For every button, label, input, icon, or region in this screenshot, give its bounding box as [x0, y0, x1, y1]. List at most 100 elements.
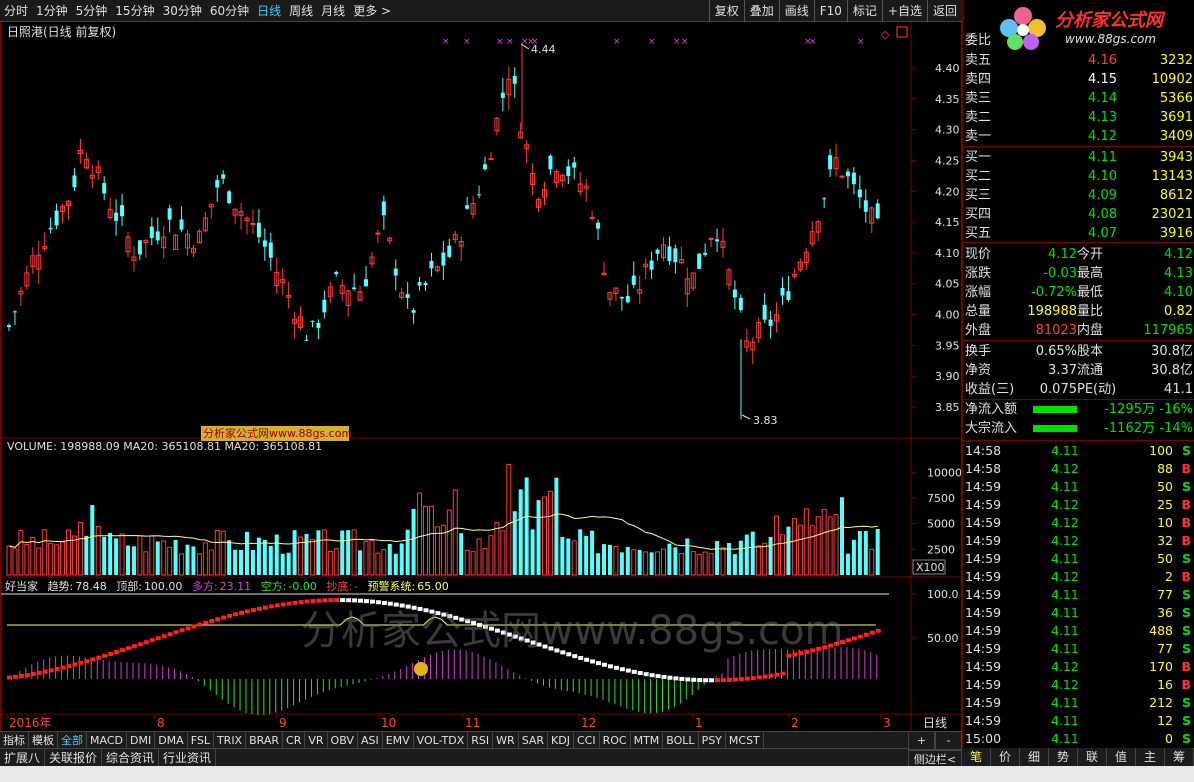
trend-mark — [738, 677, 744, 682]
volume-bar — [619, 552, 624, 575]
tick-volume: 10 — [1157, 515, 1173, 530]
indicator-tab[interactable]: VR — [305, 732, 328, 748]
tool-button[interactable]: 画线 — [778, 0, 814, 22]
indicator-tab[interactable]: CR — [283, 732, 306, 748]
tool-button[interactable]: 叠加 — [743, 0, 779, 22]
indicator-tab[interactable]: MACD — [87, 732, 127, 748]
period-tab[interactable]: 1分钟 — [32, 0, 72, 22]
trend-mark — [381, 600, 387, 605]
tool-button[interactable]: 复权 — [708, 0, 744, 22]
trend-value: 78.48 — [75, 580, 107, 593]
tool-button[interactable]: 标记 — [846, 0, 882, 22]
bottom-bar-item[interactable]: 扩展八 — [0, 749, 46, 766]
indicator-tab[interactable]: WR — [493, 732, 519, 748]
zoom-out-button[interactable]: - — [935, 731, 962, 750]
volume-bar — [340, 530, 345, 575]
tool-button[interactable]: +自选 — [881, 0, 927, 22]
detail-tab[interactable]: 筹 — [1165, 748, 1194, 766]
trend-mark — [18, 673, 24, 678]
tick-price: 4.12 — [1051, 659, 1079, 674]
volume-bar — [179, 553, 185, 576]
indicator-tab[interactable]: 指标 — [0, 732, 29, 748]
kline-chart[interactable]: 日照港(日线 前复权) ◇ 4.404.354.304.254.204.154.… — [1, 22, 962, 740]
trend-mark — [203, 620, 209, 625]
indicator-tab[interactable]: BRAR — [246, 732, 284, 748]
trend-mark — [310, 599, 316, 604]
indicator-tab[interactable]: KDJ — [548, 732, 574, 748]
volume-bar — [631, 549, 637, 576]
tick-time: 14:59 — [965, 641, 1002, 656]
book-volume: 13143 — [1151, 169, 1193, 184]
indicator-tab[interactable]: MTM — [631, 732, 664, 748]
tick-time: 14:59 — [965, 533, 1002, 548]
indicator-tab[interactable]: CCI — [574, 732, 600, 748]
chart-area[interactable]: 日照港(日线 前复权) ◇ 4.40 4.35 4.30 4.25 4.20 4.15 4.… — [0, 22, 962, 740]
stat-value: 30.8亿 — [1151, 344, 1193, 359]
indicator-tab[interactable]: MCST — [726, 732, 764, 748]
indicator-tab[interactable]: ASI — [358, 732, 383, 748]
date-tick-label: 11 — [465, 716, 480, 730]
trend-mark — [274, 603, 280, 608]
tick-volume: 25 — [1157, 497, 1173, 512]
indicator-tab[interactable]: PSY — [699, 732, 726, 748]
volume-bar — [685, 538, 690, 575]
indicator-tab[interactable]: EMV — [383, 732, 414, 748]
indicator-tab[interactable]: ROC — [600, 732, 631, 748]
period-tab[interactable]: 30分钟 — [159, 0, 206, 22]
indicator-tab[interactable]: VOL-TDX — [414, 732, 469, 748]
volume-bar — [280, 553, 285, 575]
period-tab[interactable]: 周线 — [285, 0, 317, 22]
detail-tab[interactable]: 细 — [1020, 748, 1049, 766]
short-label: 空方: — [261, 579, 287, 593]
bottom-bar-item[interactable]: 关联报价 — [45, 749, 103, 766]
detail-tab[interactable]: 主 — [1136, 748, 1165, 766]
trend-mark — [245, 609, 250, 614]
period-tab[interactable]: 更多 > — [349, 0, 395, 22]
detail-tab[interactable]: 联 — [1078, 748, 1107, 766]
detail-tab[interactable]: 值 — [1107, 748, 1136, 766]
tick-time: 14:58 — [965, 461, 1002, 476]
book-price: 4.10 — [1088, 169, 1117, 184]
volume-bar — [446, 509, 452, 576]
volume-bar — [452, 489, 458, 576]
indicator-tab[interactable]: 模板 — [29, 732, 58, 748]
bottom-bar-item[interactable]: 行业资讯 — [159, 749, 217, 766]
volume-tick-label: 2500 — [927, 543, 955, 556]
diamond-icon[interactable]: ◇ — [881, 28, 890, 41]
indicator-tab[interactable]: DMI — [127, 732, 156, 748]
zoom-in-button[interactable]: + — [908, 731, 935, 750]
indicator-tab[interactable]: SAR — [519, 732, 549, 748]
detail-tab[interactable]: 势 — [1049, 748, 1078, 766]
volume-tick-label: 5000 — [927, 518, 955, 531]
trend-mark — [292, 600, 298, 605]
maximize-icon[interactable] — [896, 26, 908, 38]
indicator-tab[interactable]: FSL — [188, 732, 214, 748]
indicator-tab[interactable]: TRIX — [214, 732, 247, 748]
bottom-bar-item[interactable]: 综合资讯 — [102, 749, 160, 766]
trend-mark — [227, 613, 233, 618]
period-tab[interactable]: 60分钟 — [206, 0, 253, 22]
indicator-tab[interactable]: RSI — [468, 732, 494, 748]
volume-bar — [797, 524, 803, 576]
period-tab[interactable]: 5分钟 — [72, 0, 112, 22]
chart-title: 日照港(日线 前复权) — [7, 24, 116, 39]
volume-bar — [607, 544, 612, 575]
indicator-tab[interactable]: 全部 — [58, 732, 87, 748]
price-tick-label: 4.00 — [935, 309, 960, 322]
candle-body — [697, 253, 702, 269]
detail-tab[interactable]: 价 — [991, 748, 1020, 766]
volume-bar — [60, 541, 66, 576]
detail-tab[interactable]: 笔 — [962, 748, 991, 766]
trend-mark — [36, 670, 42, 675]
volume-bar — [417, 492, 423, 576]
tool-button[interactable]: 返回 — [926, 0, 962, 22]
period-tab[interactable]: 15分钟 — [111, 0, 158, 22]
indicator-tab[interactable]: DMA — [155, 732, 188, 748]
indicator-tab[interactable]: BOLL — [663, 732, 699, 748]
period-tab[interactable]: 月线 — [317, 0, 349, 22]
tool-button[interactable]: F10 — [813, 0, 847, 22]
indicator-tab[interactable]: OBV — [328, 732, 358, 748]
period-tab[interactable]: 分时 — [0, 0, 32, 22]
stat-row: 外盘 81023 内盘 117965 — [963, 321, 1194, 340]
period-tab[interactable]: 日线 — [253, 0, 285, 22]
